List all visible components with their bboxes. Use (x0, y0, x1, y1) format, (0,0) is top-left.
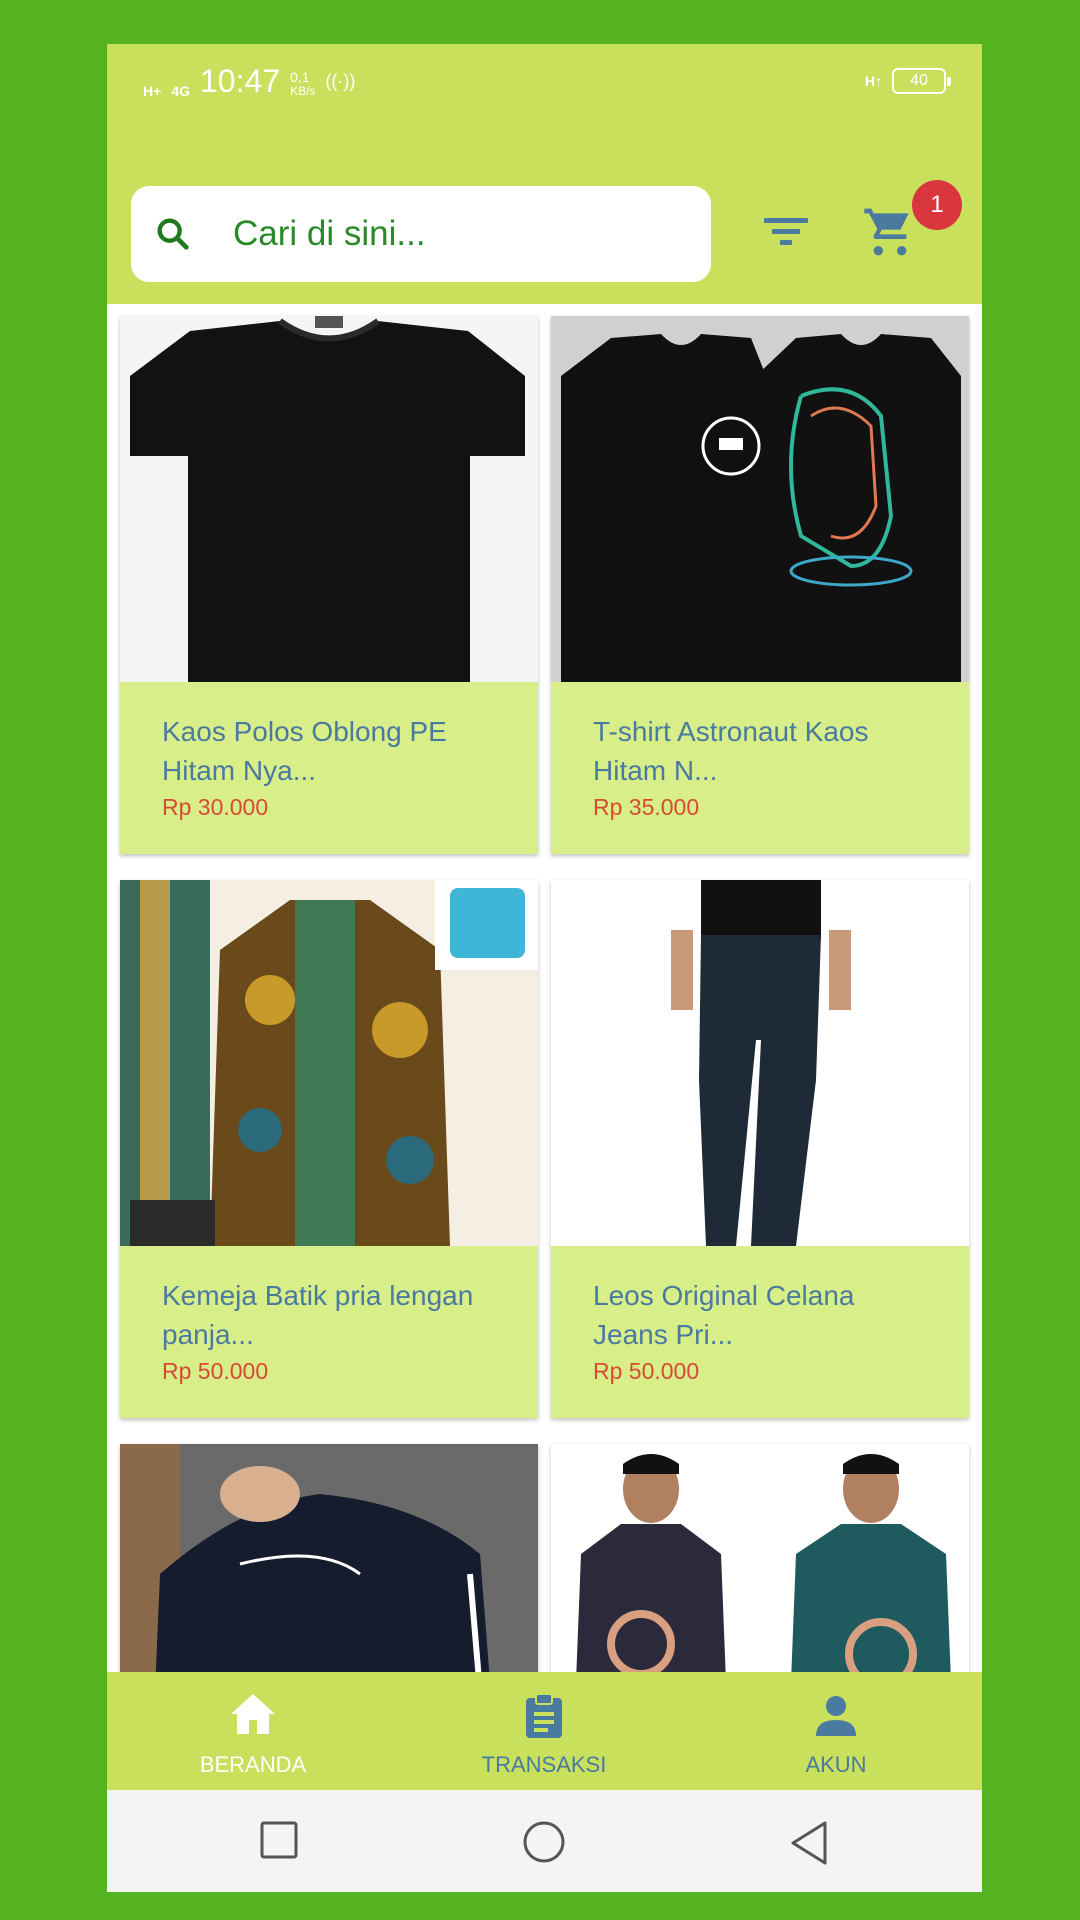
back-button[interactable] (787, 1820, 831, 1871)
product-image (120, 880, 538, 1246)
phone-screen: H+ 4G 10:47 0,1 KB/s ((·)) H↑ 40 Cari di… (107, 44, 982, 1892)
bottom-navigation: BERANDA TRANSAKSI AKUN (107, 1672, 982, 1790)
product-grid: Kaos Polos Oblong PE Hitam Nya... Rp 30.… (107, 304, 982, 1716)
circle-icon (523, 1821, 565, 1863)
product-name: T-shirt Astronaut Kaos Hitam N... (593, 712, 933, 790)
filter-icon (764, 218, 808, 245)
network-speed: 0,1 KB/s (290, 70, 315, 98)
product-name-line: Jeans Pri... (593, 1319, 734, 1350)
product-name-line: Kaos Polos Oblong PE (162, 716, 447, 747)
system-navigation-bar (107, 1790, 982, 1892)
network-indicator-right: H↑ (864, 73, 882, 89)
search-icon (157, 218, 189, 250)
square-icon (260, 1821, 298, 1859)
product-info: Kaos Polos Oblong PE Hitam Nya... Rp 30.… (120, 682, 538, 854)
hotspot-icon: ((·)) (325, 71, 356, 91)
product-card[interactable]: Kaos Polos Oblong PE Hitam Nya... Rp 30.… (120, 316, 538, 854)
product-image (551, 880, 969, 1246)
product-name-line: Kemeja Batik pria lengan (162, 1280, 474, 1311)
product-name: Kemeja Batik pria lengan panja... (162, 1276, 502, 1354)
product-price: Rp 50.000 (593, 1358, 700, 1384)
search-input[interactable] (233, 214, 663, 254)
cart-button[interactable] (862, 204, 918, 265)
signal-indicator-1: H+ (143, 83, 162, 99)
product-name-line: Leos Original Celana (593, 1280, 855, 1311)
product-info: T-shirt Astronaut Kaos Hitam N... Rp 35.… (551, 682, 969, 854)
product-card[interactable]: T-shirt Astronaut Kaos Hitam N... Rp 35.… (551, 316, 969, 854)
clipboard-icon (526, 1693, 562, 1738)
product-image (120, 316, 538, 682)
battery-icon: 40 (892, 68, 951, 94)
cart-icon (864, 208, 909, 256)
product-name: Leos Original Celana Jeans Pri... (593, 1276, 933, 1354)
person-icon (816, 1696, 856, 1736)
product-name-line: Hitam Nya... (162, 755, 317, 786)
home-button[interactable] (522, 1820, 566, 1869)
search-box[interactable] (131, 186, 711, 282)
home-icon (231, 1694, 275, 1734)
nav-home-label: BERANDA (199, 1752, 307, 1777)
filter-button[interactable] (762, 212, 810, 257)
nav-account[interactable]: AKUN (726, 1672, 946, 1790)
back-triangle-icon (791, 1821, 827, 1865)
status-bar: H+ 4G 10:47 0,1 KB/s ((·)) H↑ 40 (107, 44, 982, 124)
product-name-line: Hitam N... (593, 755, 718, 786)
product-name-line: panja... (162, 1319, 254, 1350)
app-bar: 1 (107, 124, 982, 304)
product-card[interactable]: Leos Original Celana Jeans Pri... Rp 50.… (551, 880, 969, 1418)
product-info: Leos Original Celana Jeans Pri... Rp 50.… (551, 1246, 969, 1418)
product-name: Kaos Polos Oblong PE Hitam Nya... (162, 712, 502, 790)
nav-transactions-label: TRANSAKSI (481, 1752, 607, 1777)
product-price: Rp 50.000 (162, 1358, 269, 1384)
nav-home[interactable]: BERANDA (143, 1672, 363, 1790)
product-price: Rp 35.000 (593, 794, 700, 820)
product-card[interactable]: Kemeja Batik pria lengan panja... Rp 50.… (120, 880, 538, 1418)
product-image (551, 316, 969, 682)
product-info: Kemeja Batik pria lengan panja... Rp 50.… (120, 1246, 538, 1418)
clock: 10:47 (199, 63, 281, 99)
nav-transactions[interactable]: TRANSAKSI (434, 1672, 654, 1790)
product-price: Rp 30.000 (162, 794, 269, 820)
network-speed-unit: KB/s (290, 84, 316, 98)
cart-badge: 1 (912, 180, 962, 230)
product-name-line: T-shirt Astronaut Kaos (593, 716, 869, 747)
network-speed-value: 0,1 (290, 69, 310, 85)
signal-indicator-2: 4G (171, 83, 190, 99)
nav-account-label: AKUN (805, 1752, 867, 1777)
recent-apps-button[interactable] (259, 1820, 299, 1865)
